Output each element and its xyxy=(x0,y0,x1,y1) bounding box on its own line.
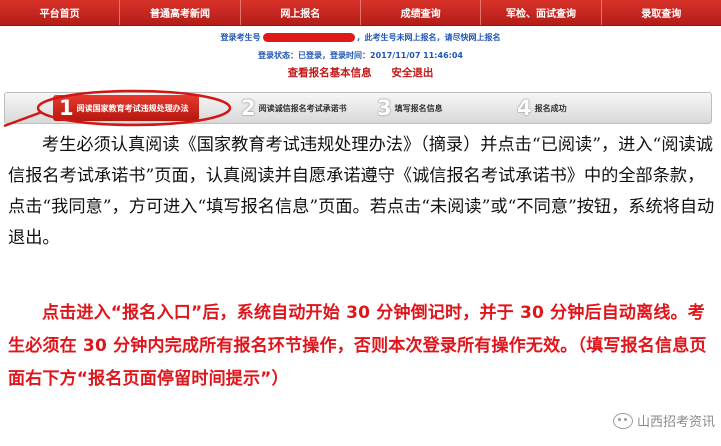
step-label: 阅读诚信报名考试承诺书 xyxy=(258,103,347,113)
top-navbar: 平台首页 普通高考新闻 网上报名 成绩查询 军检、面试查询 录取查询 xyxy=(0,0,721,26)
highlight-annotation xyxy=(3,89,232,128)
nav-item-gaokao-news[interactable]: 普通高考新闻 xyxy=(120,0,241,25)
login-status-line: 登录状态：已登录，登录时间：2017/11/07 11:46:04 xyxy=(258,51,463,60)
login-id-suffix: ，此考生号未网上报名，请尽快网上报名 xyxy=(356,33,501,42)
source-watermark: 山西招考资讯 xyxy=(612,411,715,430)
highlight-ellipse xyxy=(36,89,232,127)
logout-link[interactable]: 安全退出 xyxy=(391,67,433,79)
highlight-arrow xyxy=(3,110,43,128)
nav-item-admission-query[interactable]: 录取查询 xyxy=(602,0,721,25)
login-id-prefix: 登录考生号 xyxy=(220,33,261,42)
instruction-paragraph: 考生必须认真阅读《国家教育考试违规处理办法》（摘录）并点击“已阅读”，进入“阅读… xyxy=(8,135,715,248)
step-number: 3 xyxy=(377,96,392,120)
login-id-line: 登录考生号 ，此考生号未网上报名，请尽快网上报名 xyxy=(0,32,721,43)
nav-item-home[interactable]: 平台首页 xyxy=(0,0,121,25)
redacted-candidate-id xyxy=(262,33,355,42)
nav-item-score-query[interactable]: 成绩查询 xyxy=(361,0,482,25)
view-basic-info-link[interactable]: 查看报名基本信息 xyxy=(288,67,372,79)
nav-item-online-registration[interactable]: 网上报名 xyxy=(241,0,361,25)
step-4-success: 4 报名成功 xyxy=(517,93,567,123)
nav-item-military-interview-query[interactable]: 军检、面试查询 xyxy=(481,0,602,25)
login-actions: 查看报名基本信息 安全退出 xyxy=(0,65,721,80)
watermark-text: 山西招考资讯 xyxy=(636,415,715,430)
timeout-warning-paragraph: 点击进入“报名入口”后，系统自动开始 30 分钟倒记时，并于 30 分钟后自动离… xyxy=(8,303,707,389)
step-label: 报名成功 xyxy=(534,103,567,113)
step-3-fill-info: 3 填写报名信息 xyxy=(377,93,443,123)
wechat-icon xyxy=(612,412,633,429)
login-info-panel: 登录考生号 ，此考生号未网上报名，请尽快网上报名 登录状态：已登录，登录时间：20… xyxy=(0,26,721,88)
step-2-read-pledge: 2 阅读诚信报名考试承诺书 xyxy=(241,93,347,123)
step-number: 4 xyxy=(517,96,532,120)
step-label: 填写报名信息 xyxy=(394,103,443,113)
